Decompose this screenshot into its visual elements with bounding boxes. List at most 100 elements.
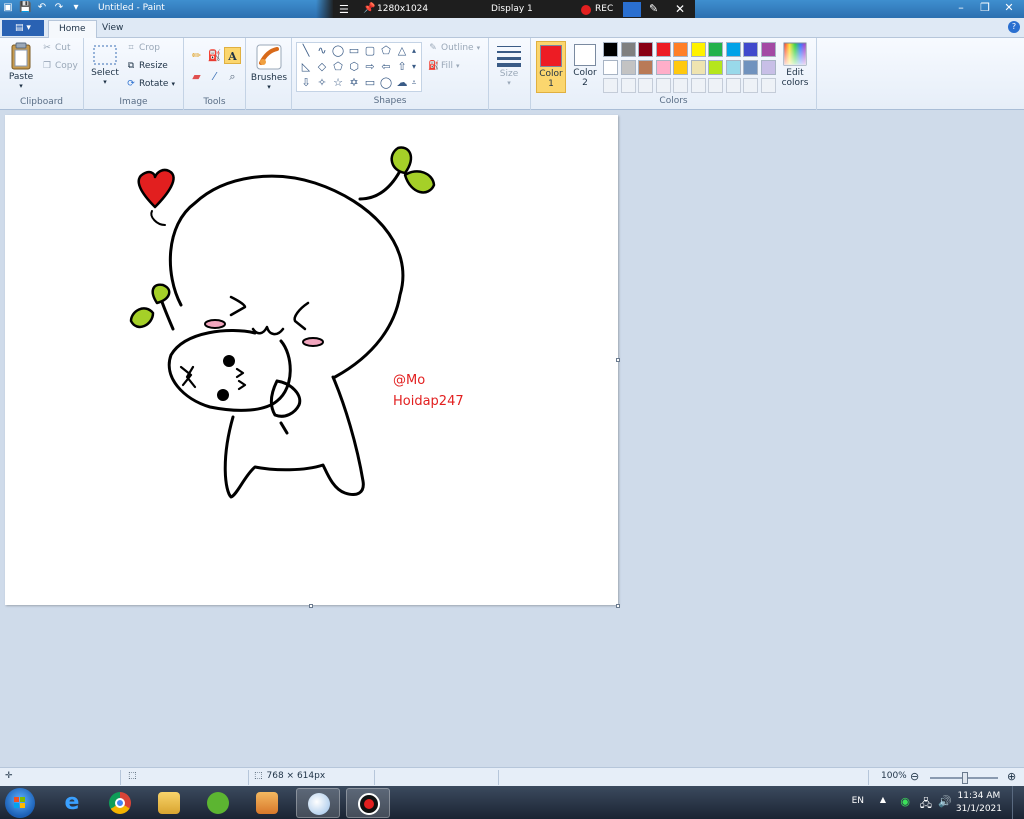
palette-swatch[interactable] — [655, 60, 671, 75]
taskbar-paint[interactable] — [296, 788, 340, 818]
recorder-display[interactable]: Display 1 — [491, 4, 533, 14]
palette-swatch[interactable] — [603, 42, 618, 57]
color1-button[interactable]: Color 1 — [536, 41, 566, 93]
hexagon-shape-icon[interactable]: ⬡ — [347, 60, 361, 74]
show-hidden-icons-icon[interactable]: ▲ — [880, 795, 886, 804]
palette-swatch[interactable] — [708, 42, 723, 57]
pen-icon[interactable]: ✎ — [649, 2, 658, 15]
canvas-resize-handle-corner[interactable] — [616, 604, 620, 608]
six-point-star-shape-icon[interactable]: ✡ — [347, 76, 361, 90]
custom-color-slot[interactable] — [655, 78, 671, 93]
volume-icon[interactable]: 🔊 — [938, 795, 952, 808]
shapes-scroll-up-icon[interactable]: ▴ — [409, 44, 419, 58]
palette-swatch[interactable] — [725, 60, 741, 75]
palette-swatch[interactable] — [620, 42, 636, 57]
palette-swatch[interactable] — [743, 60, 758, 75]
paste-dropdown-icon[interactable]: ▾ — [6, 82, 36, 90]
pentagon-shape-icon[interactable]: ⬠ — [331, 60, 345, 74]
custom-color-slot[interactable] — [603, 78, 618, 93]
copy-button[interactable]: ❐ Copy — [42, 61, 78, 71]
menu-icon[interactable]: ☰ — [339, 3, 349, 16]
undo-icon[interactable]: ↶ — [36, 2, 48, 14]
up-arrow-shape-icon[interactable]: ⇧ — [395, 60, 409, 74]
custom-color-slot[interactable] — [620, 78, 636, 93]
line-shape-icon[interactable]: ╲ — [299, 44, 313, 58]
custom-color-slot[interactable] — [673, 78, 688, 93]
start-button[interactable] — [5, 788, 35, 818]
pencil-icon[interactable]: ✏ — [188, 47, 205, 64]
palette-swatch[interactable] — [743, 42, 758, 57]
shapes-gallery[interactable]: ╲ ∿ ◯ ▭ ▢ ⬠ △ ◺ ◇ ⬠ ⬡ ⇨ ⇦ ⇧ ⇩ ✧ ☆ ✡ ▭ ◯ … — [296, 42, 422, 92]
file-menu-button[interactable]: ▤ ▾ — [2, 20, 44, 36]
restore-button[interactable]: ❐ — [974, 0, 996, 15]
palette-swatch[interactable] — [760, 60, 776, 75]
custom-color-slot[interactable] — [708, 78, 723, 93]
clock[interactable]: 11:34 AM 31/1/2021 — [956, 790, 1002, 816]
minimize-button[interactable]: – — [950, 0, 972, 15]
taskbar-file-explorer[interactable] — [147, 788, 191, 818]
select-dropdown-icon[interactable]: ▾ — [90, 78, 120, 86]
taskbar-screen-recorder[interactable] — [346, 788, 390, 818]
palette-swatch[interactable] — [725, 42, 741, 57]
save-icon[interactable]: 💾 — [19, 2, 31, 14]
drawing-canvas[interactable]: @Mo Hoidap247 — [5, 115, 618, 605]
select-button[interactable]: Select ▾ — [90, 44, 120, 86]
fill-button[interactable]: ⛽ Fill ▾ — [428, 61, 460, 71]
pin-icon[interactable]: 📌 — [363, 3, 375, 14]
crop-button[interactable]: ⌗ Crop — [126, 43, 160, 53]
zoom-in-icon[interactable]: ⊕ — [1007, 770, 1016, 783]
custom-color-slot[interactable] — [690, 78, 706, 93]
shapes-scroll-down-icon[interactable]: ▾ — [409, 60, 419, 74]
palette-swatch[interactable] — [638, 42, 653, 57]
resize-button[interactable]: ⧉ Resize — [126, 61, 168, 71]
paint-app-icon[interactable]: ▣ — [2, 2, 14, 14]
record-label[interactable]: REC — [595, 4, 613, 14]
custom-color-slot[interactable] — [743, 78, 758, 93]
zoom-out-icon[interactable]: ⊖ — [910, 770, 919, 783]
polygon-shape-icon[interactable]: ⬠ — [379, 44, 393, 58]
cloud-callout-shape-icon[interactable]: ☁ — [395, 76, 409, 90]
palette-swatch[interactable] — [603, 60, 618, 75]
palette-swatch[interactable] — [673, 60, 688, 75]
network-app-icon[interactable]: ◉ — [900, 795, 910, 808]
color-picker-icon[interactable]: ⁄ — [206, 68, 223, 85]
down-arrow-shape-icon[interactable]: ⇩ — [299, 76, 313, 90]
magnifier-icon[interactable]: ⌕ — [224, 68, 241, 85]
recorder-close-icon[interactable]: ✕ — [675, 2, 685, 16]
curve-shape-icon[interactable]: ∿ — [315, 44, 329, 58]
palette-swatch[interactable] — [620, 60, 636, 75]
palette-swatch[interactable] — [655, 42, 671, 57]
palette-swatch[interactable] — [638, 60, 653, 75]
rounded-rectangle-shape-icon[interactable]: ▢ — [363, 44, 377, 58]
taskbar-chrome[interactable] — [98, 788, 142, 818]
taskbar-media-player[interactable] — [245, 788, 289, 818]
canvas-resize-handle-bottom[interactable] — [309, 604, 313, 608]
rectangle-shape-icon[interactable]: ▭ — [347, 44, 361, 58]
help-icon[interactable]: ? — [1008, 21, 1020, 33]
record-icon[interactable] — [581, 5, 591, 15]
camera-toggle-button[interactable] — [623, 2, 641, 17]
custom-color-slot[interactable] — [760, 78, 776, 93]
taskbar-app-green[interactable] — [196, 788, 240, 818]
right-arrow-shape-icon[interactable]: ⇨ — [363, 60, 377, 74]
custom-color-slot[interactable] — [638, 78, 653, 93]
edit-colors-button[interactable]: Edit colors — [779, 42, 811, 88]
palette-swatch[interactable] — [690, 60, 706, 75]
customize-toolbar-icon[interactable]: ▾ — [70, 2, 82, 14]
zoom-slider-thumb[interactable] — [962, 772, 968, 784]
tab-view[interactable]: View — [92, 20, 133, 38]
palette-swatch[interactable] — [760, 42, 776, 57]
palette-swatch[interactable] — [708, 60, 723, 75]
size-button[interactable]: Size ▾ — [492, 43, 526, 87]
rotate-button[interactable]: ⟳ Rotate ▾ — [126, 79, 175, 89]
canvas-resize-handle-right[interactable] — [616, 358, 620, 362]
custom-color-slot[interactable] — [725, 78, 741, 93]
outline-button[interactable]: ✎ Outline ▾ — [428, 43, 480, 53]
close-button[interactable]: ✕ — [998, 0, 1020, 15]
tab-home[interactable]: Home — [48, 20, 97, 38]
brushes-button[interactable]: Brushes ▾ — [250, 43, 288, 91]
five-point-star-shape-icon[interactable]: ☆ — [331, 76, 345, 90]
text-tool-icon[interactable]: A — [224, 47, 241, 64]
fill-bucket-icon[interactable]: ⛽ — [206, 47, 223, 64]
shapes-expand-icon[interactable]: ⩡ — [409, 76, 419, 90]
